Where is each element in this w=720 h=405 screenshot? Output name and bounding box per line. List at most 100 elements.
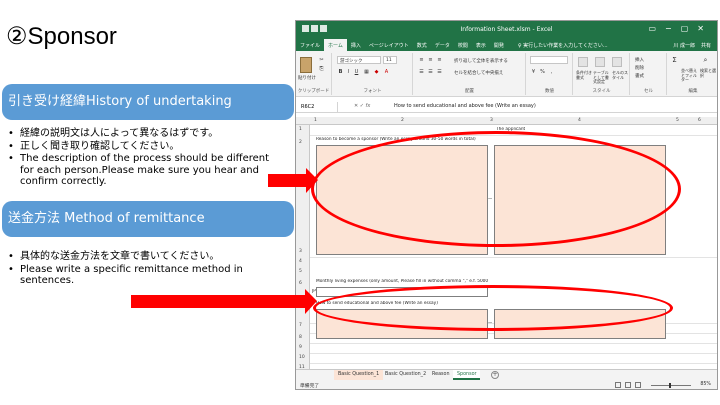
currency-icon[interactable]: ¥ bbox=[530, 69, 537, 76]
row-header[interactable]: 6 bbox=[299, 281, 302, 286]
find-icon[interactable]: ⌕ bbox=[702, 57, 709, 64]
column-header[interactable]: 5 bbox=[676, 118, 679, 123]
column-header[interactable]: 2 bbox=[401, 118, 404, 123]
wrap-text-button[interactable]: 折り返して全体を表示する bbox=[454, 58, 508, 64]
zoom-slider[interactable] bbox=[651, 385, 691, 386]
tab-view[interactable]: 表示 bbox=[472, 39, 490, 51]
tab-page-layout[interactable]: ページレイアウト bbox=[365, 39, 413, 51]
column-header[interactable]: 1 bbox=[314, 118, 317, 123]
row-header[interactable]: 9 bbox=[299, 345, 302, 350]
align-left-icon[interactable]: ☰ bbox=[418, 69, 425, 76]
autosum-icon[interactable]: Σ bbox=[671, 57, 678, 64]
fill-color-icon[interactable]: ◆ bbox=[373, 69, 380, 76]
page-layout-view-icon[interactable] bbox=[625, 382, 631, 388]
sheet-tab-sponsor[interactable]: Sponsor bbox=[453, 370, 481, 380]
row-header[interactable]: 1 bbox=[299, 127, 302, 132]
row-header[interactable]: 3 bbox=[299, 249, 302, 254]
underline-icon[interactable]: U bbox=[353, 69, 360, 76]
row-header[interactable]: 7 bbox=[299, 323, 302, 328]
menu-tab-bar: ファイル ホーム 挿入 ページレイアウト 数式 データ 校閲 表示 開発 ♀ 実行したい作業を入力… bbox=[296, 39, 717, 51]
grid-line bbox=[310, 343, 717, 344]
cells-group-label: セル bbox=[644, 89, 653, 94]
sheet-tab-bar: Basic Question_1 Basic Question_2 Reason… bbox=[296, 369, 717, 380]
align-bottom-icon[interactable]: ≡ bbox=[436, 57, 443, 64]
paste-label[interactable]: 貼り付け bbox=[298, 75, 316, 81]
row-header[interactable]: 10 bbox=[299, 355, 305, 360]
share-button[interactable]: 共有 bbox=[697, 39, 715, 51]
status-bar: 準備完了 85% bbox=[296, 380, 717, 389]
row-header[interactable]: 4 bbox=[299, 259, 302, 264]
row-header[interactable]: 5 bbox=[299, 269, 302, 274]
history-bullet-list: 経緯の説明文は人によって異なるはずです。 正しく聞き取り確認してください。 Th… bbox=[8, 128, 270, 189]
delete-cells-button[interactable]: 削除 bbox=[635, 65, 644, 71]
copy-icon[interactable]: ⎘ bbox=[318, 66, 325, 73]
format-cells-button[interactable]: 書式 bbox=[635, 73, 644, 79]
align-top-icon[interactable]: ≡ bbox=[418, 57, 425, 64]
cell-style-icon[interactable] bbox=[612, 57, 622, 67]
zoom-level[interactable]: 85% bbox=[700, 382, 711, 387]
row-header[interactable]: 2 bbox=[299, 140, 302, 145]
tab-review[interactable]: 校閲 bbox=[454, 39, 472, 51]
border-icon[interactable]: ▦ bbox=[363, 69, 370, 76]
find-select-button[interactable]: 検索と選択 bbox=[700, 68, 716, 78]
conditional-format-icon[interactable] bbox=[578, 57, 588, 67]
column-header[interactable]: 3 bbox=[490, 118, 493, 123]
font-color-icon[interactable]: A bbox=[383, 69, 390, 76]
styles-group-label: スタイル bbox=[592, 89, 611, 94]
sheet-tab-basic-question-1[interactable]: Basic Question_1 bbox=[334, 370, 384, 380]
number-format-select[interactable] bbox=[530, 56, 568, 64]
annotation-ellipse-remittance bbox=[313, 285, 673, 331]
tab-developer[interactable]: 開発 bbox=[490, 39, 508, 51]
column-header[interactable]: 4 bbox=[578, 118, 581, 123]
excel-title-bar: Information Sheet.xlsm - Excel ▭−▢✕ bbox=[296, 21, 717, 39]
zoom-slider-handle[interactable] bbox=[669, 383, 671, 388]
cell-style-button[interactable]: セルのスタイル bbox=[612, 70, 628, 80]
living-expenses-label-cell[interactable]: Monthly living expenses (only amount, Pl… bbox=[316, 279, 488, 284]
status-ready: 準備完了 bbox=[300, 384, 320, 389]
tab-file[interactable]: ファイル bbox=[296, 39, 324, 51]
alignment-group: ≡ ≡ ≡ 折り返して全体を表示する ☰ ☰ ☰ セルを結合して中央揃え 配置 bbox=[414, 53, 526, 95]
column-header[interactable]: 6 bbox=[698, 118, 701, 123]
tab-data[interactable]: データ bbox=[431, 39, 454, 51]
align-right-icon[interactable]: ☰ bbox=[436, 69, 443, 76]
tab-home[interactable]: ホーム bbox=[324, 39, 347, 51]
fx-icon[interactable]: ✕ ✓ fx bbox=[354, 103, 370, 109]
comma-icon[interactable]: , bbox=[548, 69, 555, 76]
font-group: 游ゴシック 11 B I U ▦ ◆ A フォント bbox=[333, 53, 413, 95]
table-format-button[interactable]: テーブルとして書式設定 bbox=[593, 70, 611, 85]
italic-icon[interactable]: I bbox=[345, 69, 352, 76]
normal-view-icon[interactable] bbox=[615, 382, 621, 388]
window-controls[interactable]: ▭−▢✕ bbox=[648, 24, 713, 33]
percent-icon[interactable]: % bbox=[539, 69, 546, 76]
bold-icon[interactable]: B bbox=[337, 69, 344, 76]
formula-input[interactable]: How to send educational and above fee (W… bbox=[394, 103, 536, 109]
paste-icon[interactable] bbox=[300, 57, 312, 73]
annotation-arrow-remittance bbox=[131, 289, 317, 314]
merge-center-button[interactable]: セルを結合して中央揃え bbox=[454, 70, 503, 76]
insert-cells-button[interactable]: 挿入 bbox=[635, 57, 644, 63]
user-name[interactable]: 川 成一郎 bbox=[669, 39, 699, 51]
align-center-icon[interactable]: ☰ bbox=[427, 69, 434, 76]
sheet-tab-reason[interactable]: Reason bbox=[428, 370, 453, 380]
cut-icon[interactable]: ✂ bbox=[318, 57, 325, 64]
font-name-select[interactable]: 游ゴシック bbox=[337, 56, 381, 64]
tell-me-search[interactable]: ♀ 実行したい作業を入力してください... bbox=[514, 39, 612, 51]
align-middle-icon[interactable]: ≡ bbox=[427, 57, 434, 64]
row-headers: 1 2 3 4 5 6 7 8 9 10 11 12 bbox=[296, 125, 310, 380]
add-sheet-icon[interactable]: + bbox=[491, 371, 499, 379]
name-box[interactable]: R6C2 bbox=[298, 102, 338, 112]
grid-line bbox=[310, 363, 717, 364]
number-group: ¥ % , 数値 bbox=[527, 53, 573, 95]
styles-group: 条件付き書式 テーブルとして書式設定 セルのスタイル スタイル bbox=[574, 53, 630, 95]
page-break-view-icon[interactable] bbox=[635, 382, 641, 388]
sort-filter-button[interactable]: 並べ替えとフィルター bbox=[681, 68, 697, 83]
table-format-icon[interactable] bbox=[595, 57, 605, 67]
row-header[interactable]: 8 bbox=[299, 335, 302, 340]
font-size-select[interactable]: 11 bbox=[383, 56, 397, 64]
conditional-format-button[interactable]: 条件付き書式 bbox=[576, 70, 592, 80]
grid-line bbox=[310, 257, 717, 258]
tab-insert[interactable]: 挿入 bbox=[347, 39, 365, 51]
cells-group: 挿入 削除 書式 セル bbox=[631, 53, 667, 95]
tab-formulas[interactable]: 数式 bbox=[413, 39, 431, 51]
sheet-tab-basic-question-2[interactable]: Basic Question_2 bbox=[381, 370, 430, 380]
